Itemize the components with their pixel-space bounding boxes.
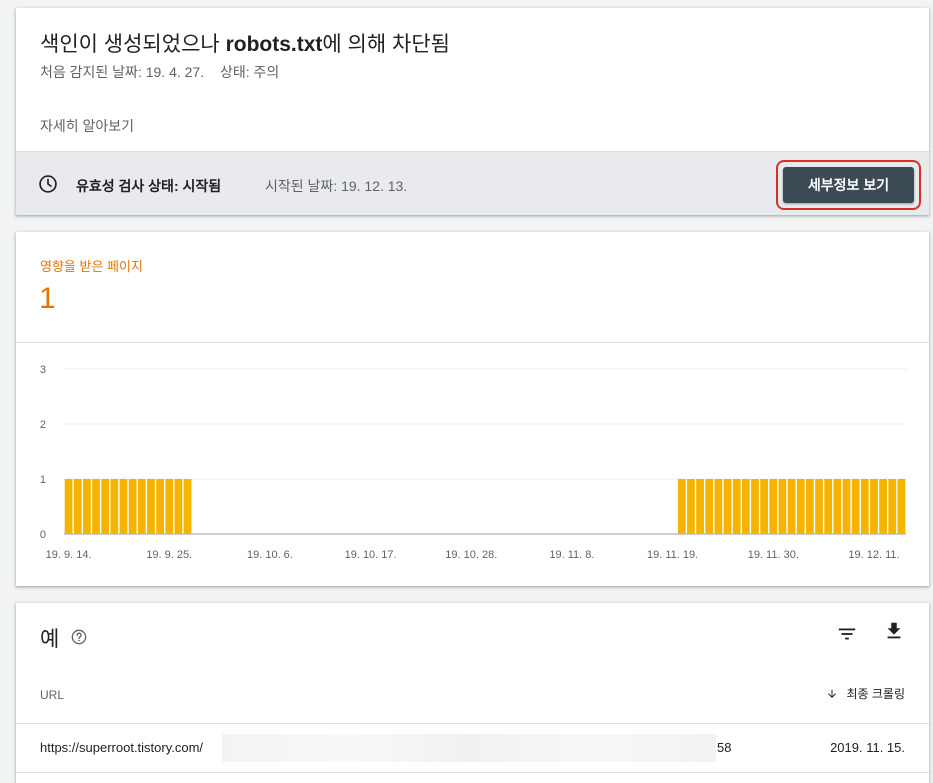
row-last-crawled: 2019. 11. 15. [830,740,905,755]
column-header-last-crawled[interactable]: 최종 크롤링 [826,685,905,702]
chart-bar[interactable] [806,479,814,534]
chart-bar[interactable] [137,479,146,534]
x-tick-label: 19. 11. 30. [748,549,799,561]
chart-bar[interactable] [64,479,73,534]
chart-bar[interactable] [705,479,714,534]
chart-bar[interactable] [723,479,732,534]
issue-title-suffix: 에 의해 차단됨 [322,33,450,56]
chart-bar[interactable] [888,479,897,534]
chart-bar[interactable] [183,479,192,534]
chart-bar[interactable] [696,479,704,534]
column-header-last-crawled-label: 최종 크롤링 [846,687,905,701]
chart-bar[interactable] [751,479,759,534]
sort-arrow-down-icon [828,689,837,698]
affected-pages-card: 영향을 받은 페이지 1 0 1 2 3 19. 9. 14. 19. 9. 25. 19.… [16,232,929,586]
chart-bar[interactable] [824,479,833,534]
chart-bar[interactable] [147,479,155,534]
chart-bar[interactable] [769,479,778,534]
chart-bar[interactable] [778,479,787,534]
issue-title: 색인이 생성되었으나 robots.txt에 의해 차단됨 [40,28,450,58]
y-tick-label: 2 [40,419,46,431]
chart-bar[interactable] [119,479,128,534]
redacted-url-segment [222,734,716,762]
x-tick-label: 19. 12. 11. [848,549,899,561]
examples-card: 예 URL 최종 크롤링 https://superroot.tistory.c… [16,603,929,783]
x-tick-label: 19. 9. 25. [146,549,192,561]
details-button-highlight: 세부정보 보기 [776,160,921,210]
learn-more-link[interactable]: 자세히 알아보기 [40,116,134,136]
chart-bar[interactable] [870,479,878,534]
affected-pages-count: 1 [39,282,56,315]
validation-start-date: 시작된 날짜: 19. 12. 13. [265,178,408,194]
clock-icon [39,175,57,193]
chart-bar[interactable] [92,479,100,534]
details-button[interactable]: 세부정보 보기 [783,167,914,203]
chart-bar[interactable] [110,479,119,534]
issue-status: 상태: 주의 [220,64,280,80]
chart-bar[interactable] [82,479,91,534]
table-row[interactable]: https://superroot.tistory.com/ 58 2019. … [16,724,929,772]
help-icon[interactable] [71,629,87,645]
x-tick-label: 19. 11. 8. [549,549,594,561]
chart-bar[interactable] [73,479,82,534]
x-tick-label: 19. 10. 28. [445,549,497,561]
validation-bar: 유효성 검사 상태: 시작됨 시작된 날짜: 19. 12. 13. 세부정보 … [16,151,929,215]
x-tick-label: 19. 9. 14. [46,549,92,561]
examples-title: 예 [40,628,60,651]
y-tick-label: 0 [40,529,46,541]
chart-bar[interactable] [677,479,686,534]
validation-status: 유효성 검사 상태: 시작됨 [76,178,222,194]
chart-bar[interactable] [860,479,869,534]
column-header-url[interactable]: URL [40,688,64,702]
chart-bar[interactable] [165,479,174,534]
chart-bar[interactable] [796,479,805,534]
chart-bar[interactable] [687,479,695,534]
row-divider [16,772,929,773]
affected-pages-chart: 0 1 2 3 19. 9. 14. 19. 9. 25. 19. 10. 6. 19. 10… [40,364,906,561]
chart-bar[interactable] [101,479,110,534]
issue-title-prefix: 색인이 생성되었으나 [40,33,226,56]
x-tick-label: 19. 10. 17. [345,549,397,561]
chart-bar[interactable] [128,479,137,534]
issue-title-emphasis: robots.txt [225,33,323,56]
chart-bar[interactable] [851,479,860,534]
row-url-suffix: 58 [717,740,732,755]
chart-bar[interactable] [815,479,823,534]
chart-bar[interactable] [760,479,769,534]
row-url-prefix: https://superroot.tistory.com/ [40,740,204,755]
chart-bar[interactable] [156,479,164,534]
chart-bar[interactable] [787,479,796,534]
chart-bar[interactable] [897,479,906,534]
chart-bar[interactable] [741,479,750,534]
issue-meta: 처음 감지된 날짜: 19. 4. 27. 상태: 주의 [40,62,291,82]
chart-bar[interactable] [714,479,723,534]
first-detected-date: 처음 감지된 날짜: 19. 4. 27. [40,64,205,80]
chart-bar[interactable] [732,479,741,534]
affected-pages-label: 영향을 받은 페이지 [40,259,143,274]
download-icon[interactable] [883,620,905,642]
issue-card: 색인이 생성되었으나 robots.txt에 의해 차단됨 처음 감지된 날짜:… [16,8,929,215]
y-tick-label: 1 [40,474,46,486]
chart-bar[interactable] [842,479,851,534]
chart-bar[interactable] [879,479,888,534]
chart-bar[interactable] [174,479,183,534]
chart-bar[interactable] [833,479,842,534]
filter-icon[interactable] [836,623,858,645]
y-tick-label: 3 [40,364,46,376]
x-tick-label: 19. 10. 6. [247,549,293,561]
x-tick-label: 19. 11. 19. [647,549,698,561]
